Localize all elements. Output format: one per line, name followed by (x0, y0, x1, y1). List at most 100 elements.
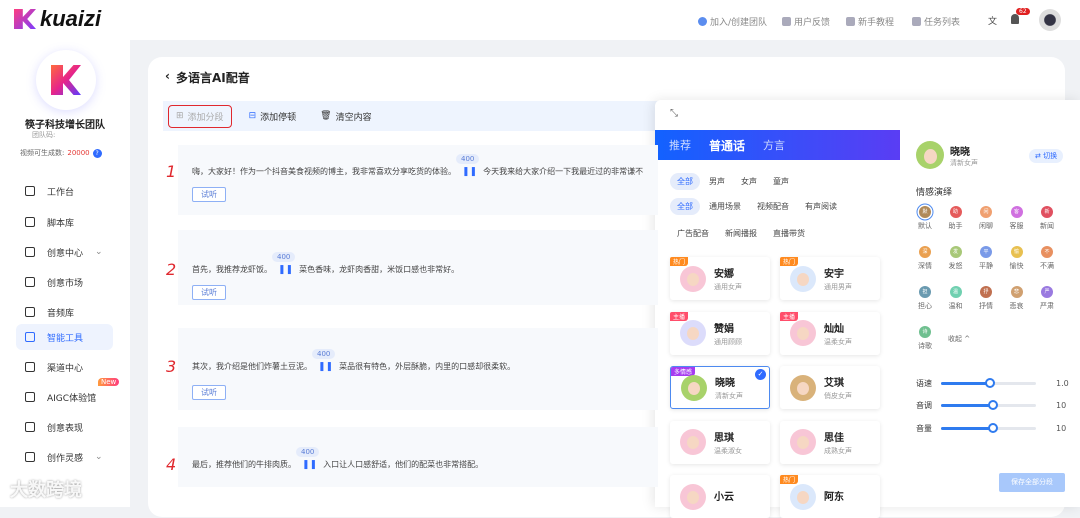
segment-text[interactable]: 嗨，大家好！作为一个抖音美食视频的博主，我非常喜欢分享吃货的体验。 400 ❚❚ 今天… (192, 153, 643, 177)
emotion-option[interactable]: 温温和 (944, 286, 968, 311)
sidebar-item[interactable]: 创意市场 (16, 269, 113, 295)
voice-card[interactable]: 思琪 温柔淑女 (670, 420, 770, 464)
tab-dialect[interactable]: 方言 (763, 137, 785, 153)
voice-card[interactable]: 主播 灿灿 温柔女声 (780, 311, 880, 355)
emotion-option[interactable]: 助助手 (944, 206, 968, 231)
emotion-option[interactable]: 不不满 (1035, 246, 1059, 271)
team-name: 筷子科技增长团队 (25, 120, 105, 131)
add-segment-button[interactable]: ⊞ 添加分段 (168, 104, 232, 128)
slider[interactable] (941, 423, 1036, 433)
emotion-option[interactable]: 严严肃 (1035, 286, 1059, 311)
emotion-icon: 新 (1041, 206, 1053, 218)
slider[interactable] (941, 378, 1036, 388)
gender-filter[interactable]: 全部 (670, 173, 700, 190)
sidebar-item[interactable]: 工作台 (16, 178, 113, 204)
nav-icon (25, 422, 35, 432)
segment-text[interactable]: 其次，我介绍是他们炸薯土豆泥。 400 ❚❚ 菜品很有特色，外层酥脆，内里的口感却很柔… (192, 348, 515, 372)
slider[interactable] (941, 400, 1036, 410)
switch-voice-button[interactable]: ⇄ 切换 (1029, 149, 1064, 163)
scene-filter[interactable]: 直播带货 (766, 225, 812, 242)
segment-text[interactable]: 首先，我推荐龙虾饭。 400 ❚❚ 菜色香味，龙虾肉香甜，米饭口感也非常好。 (192, 251, 459, 275)
gender-filter[interactable]: 女声 (734, 173, 764, 190)
voice-avatar (790, 483, 816, 510)
pause-marker[interactable]: 400 ❚❚ (312, 348, 336, 372)
voice-card[interactable]: 思佳 成熟女声 (780, 420, 880, 464)
emotion-option[interactable]: 担担心 (913, 286, 937, 311)
translate-icon[interactable]: 文 (988, 14, 997, 27)
emotion-option[interactable]: 深深情 (913, 246, 937, 271)
clear-content-button[interactable]: 🗑 清空内容 (313, 106, 378, 127)
slider-handle[interactable] (988, 400, 999, 410)
listen-button[interactable]: 试听 (192, 285, 226, 300)
voice-tabs: 推荐 普通话 方言 (655, 130, 900, 160)
emotion-icon: 严 (1041, 286, 1053, 298)
voice-card[interactable]: 热门 安宇 通用男声 (780, 257, 880, 300)
sidebar-item[interactable]: 创意中心 ⌄ (16, 239, 113, 265)
slider-handle[interactable] (985, 378, 996, 388)
emotion-option[interactable]: 抒抒情 (974, 286, 998, 311)
emotion-option[interactable]: 愉愉快 (1005, 246, 1029, 271)
voice-card[interactable]: 热门 阿东 (780, 475, 880, 518)
scene-filter[interactable]: 广告配音 (670, 225, 716, 242)
sidebar-item[interactable]: 渠道中心 (16, 354, 113, 380)
user-avatar[interactable] (1039, 9, 1061, 31)
scene-filter[interactable]: 有声阅读 (798, 198, 844, 215)
segment-block[interactable] (178, 427, 658, 487)
join-team-link[interactable]: 加入/创建团队 (698, 15, 767, 28)
slider-handle[interactable] (988, 423, 999, 433)
emotion-option[interactable]: 平平静 (974, 246, 998, 271)
voice-card[interactable]: 多情感 ✓ 晓晓 清新女声 (670, 366, 770, 409)
nav-icon (25, 217, 35, 227)
tutorial-link[interactable]: 新手教程 (846, 15, 894, 28)
scene-filter[interactable]: 全部 (670, 198, 700, 215)
emotion-option[interactable]: 默默认 (913, 206, 937, 231)
emotion-option[interactable]: 发发怒 (944, 246, 968, 271)
voice-card[interactable]: 小云 (670, 475, 770, 518)
save-all-segments-button[interactable]: 保存全部分段 (999, 473, 1065, 492)
scene-filter[interactable]: 通用场景 (702, 198, 748, 215)
emotion-option[interactable]: 诗诗歌 (913, 326, 937, 351)
back-icon[interactable]: ‹ (165, 69, 170, 86)
task-list-link[interactable]: 任务列表 (912, 15, 960, 28)
sidebar-item[interactable]: 智能工具 (16, 324, 113, 350)
sidebar-item[interactable]: AIGC体验馆 (16, 384, 113, 410)
bell-icon[interactable] (1011, 14, 1019, 24)
emotion-option[interactable]: 悲悲哀 (1005, 286, 1029, 311)
segment-text[interactable]: 最后，推荐他们的牛排肉质。 400 ❚❚ 入口让人口感舒适，他们的配菜也非常搭配。 (192, 446, 483, 470)
collapse-icon[interactable]: ⤡ (670, 108, 678, 119)
emotion-option[interactable]: 新新闻 (1035, 206, 1059, 231)
feedback-link[interactable]: 用户反馈 (782, 15, 830, 28)
voice-card[interactable]: 艾琪 俏皮女声 (780, 366, 880, 409)
pause-marker[interactable]: 400 ❚❚ (456, 153, 480, 177)
sidebar-item[interactable]: 音频库 (16, 299, 113, 325)
gender-filter[interactable]: 童声 (766, 173, 796, 190)
emotion-icon: 深 (919, 246, 931, 258)
tab-recommend[interactable]: 推荐 (669, 137, 691, 153)
pause-marker[interactable]: 400 ❚❚ (296, 446, 320, 470)
listen-button[interactable]: 试听 (192, 385, 226, 400)
emotion-icon: 发 (949, 246, 962, 258)
voice-avatar (790, 429, 816, 455)
voice-avatar (790, 320, 816, 346)
tab-mandarin[interactable]: 普通话 (709, 137, 745, 154)
gender-filter[interactable]: 男声 (702, 173, 732, 190)
voice-card[interactable]: 热门 安娜 通用女声 (670, 257, 770, 300)
sidebar-item[interactable]: 创作灵感 ⌄ (16, 444, 113, 470)
kuaizi-logo[interactable]: kuaizi (14, 6, 101, 32)
listen-button[interactable]: 试听 (192, 187, 226, 202)
emotion-option[interactable]: 闲闲聊 (974, 206, 998, 231)
sidebar-item[interactable]: 脚本库 (16, 209, 113, 235)
collapse-emotions-button[interactable]: 收起 ^ (948, 334, 970, 344)
sidebar-item[interactable]: 创意表现 (16, 414, 113, 440)
voice-card[interactable]: 主播 赞娟 通用顾顾 (670, 311, 770, 355)
help-icon[interactable]: ? (92, 148, 102, 158)
emotion-option[interactable]: 客客服 (1005, 206, 1029, 231)
emotion-icon: 担 (919, 286, 931, 298)
emotion-title: 情感演绎 (916, 188, 953, 198)
scene-filter[interactable]: 视频配音 (750, 198, 796, 215)
pause-icon: ❚❚ (462, 166, 478, 177)
add-pause-button[interactable]: ⊟ 添加停顿 (242, 106, 304, 127)
segment-block[interactable] (178, 145, 658, 215)
pause-marker[interactable]: 400 ❚❚ (272, 251, 296, 275)
scene-filter[interactable]: 新闻播报 (718, 225, 764, 242)
